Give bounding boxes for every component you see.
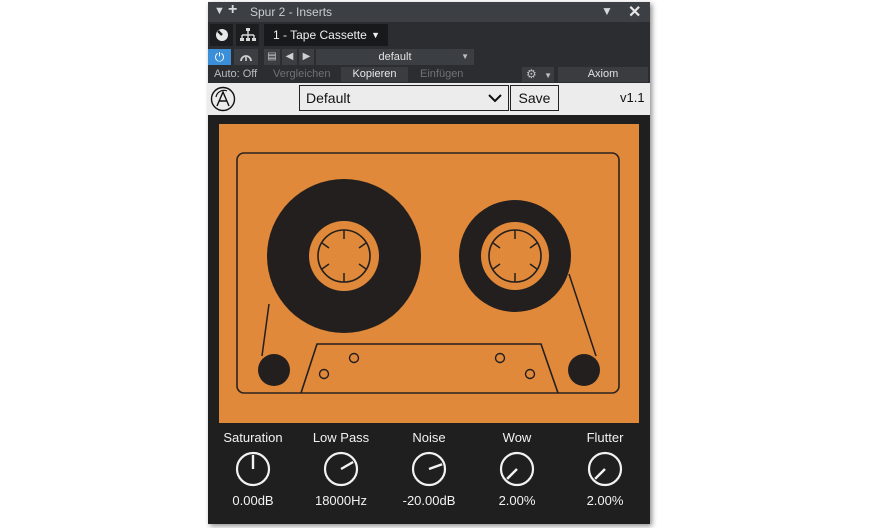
knob-value: 2.00%	[498, 493, 536, 508]
wow-knob[interactable]	[499, 451, 535, 487]
knob-label: Low Pass	[312, 430, 370, 445]
close-icon[interactable]: ✕	[628, 2, 641, 22]
routing-button[interactable]	[236, 24, 259, 46]
flutter-knob[interactable]	[587, 451, 623, 487]
knob-value: 18000Hz	[314, 493, 368, 508]
knob-value: 0.00dB	[232, 493, 274, 508]
cassette-illustration	[219, 124, 639, 423]
knob-flutter: Flutter 2.00%	[561, 429, 649, 508]
prev-preset-button[interactable]: ◀	[282, 49, 297, 65]
compare-toolbar: Auto: Off Vergleichen Kopieren Einfügen …	[208, 66, 650, 83]
preset-dropdown-value: Default	[306, 90, 351, 106]
knob-low-pass: Low Pass 18000Hz	[297, 429, 385, 508]
version-label: v1.1	[620, 90, 645, 105]
preset-toolbar: ⏻ ▤ ◀ ▶ default ▼	[208, 48, 650, 66]
knob-row: Saturation 0.00dB Low Pass 18000Hz Noise	[208, 429, 650, 519]
knob-label: Wow	[502, 430, 532, 445]
preset-menu-button[interactable]: ▤	[264, 49, 280, 65]
noise-knob[interactable]	[411, 451, 447, 487]
chevron-down-icon: ▼	[371, 30, 380, 40]
window-title: Spur 2 - Inserts	[250, 5, 333, 19]
arrow-left-icon: ◀	[285, 51, 294, 62]
paste-button[interactable]: Einfügen	[420, 68, 463, 80]
chevron-down-icon: ▼	[461, 52, 469, 61]
saturation-knob[interactable]	[235, 451, 271, 487]
knob-label: Flutter	[586, 430, 624, 445]
routing-icon	[239, 28, 256, 41]
plugin-tab[interactable]: 1 - Tape Cassette ▼	[264, 24, 388, 46]
plugin-header: Default Save v1.1	[208, 83, 650, 115]
knob-label: Noise	[412, 430, 446, 445]
ab-icon	[240, 55, 252, 62]
left-roller	[258, 354, 290, 386]
knob-wow: Wow 2.00%	[473, 429, 561, 508]
chevron-down-icon	[488, 94, 502, 103]
preset-dropdown[interactable]: Default	[299, 85, 509, 111]
next-preset-button[interactable]: ▶	[299, 49, 314, 65]
arrow-right-icon: ▶	[302, 51, 311, 62]
ab-compare-button[interactable]	[234, 49, 258, 65]
power-icon: ⏻	[214, 50, 225, 64]
dial-icon	[215, 29, 228, 41]
knob-label: Saturation	[223, 430, 283, 445]
collapse-icon[interactable]: ▼	[214, 5, 225, 17]
gear-icon: ⚙	[526, 67, 537, 81]
preset-select[interactable]: default ▼	[316, 49, 474, 65]
plugin-tab-label: 1 - Tape Cassette	[273, 28, 367, 42]
plugin-body: Saturation 0.00dB Low Pass 18000Hz Noise	[208, 115, 650, 524]
settings-button[interactable]: ⚙ ▼	[522, 67, 554, 82]
pin-icon[interactable]: ▼	[601, 4, 613, 18]
compare-button[interactable]: Vergleichen	[273, 68, 331, 80]
chevron-down-icon: ▼	[544, 71, 553, 80]
brand-logo-icon	[210, 86, 236, 112]
save-button[interactable]: Save	[510, 85, 559, 111]
insert-dial-button[interactable]	[210, 24, 233, 46]
knob-value: 2.00%	[586, 493, 624, 508]
knob-saturation: Saturation 0.00dB	[209, 429, 297, 508]
knob-noise: Noise -20.00dB	[385, 429, 473, 508]
add-icon[interactable]: +	[228, 1, 237, 19]
right-roller	[568, 354, 600, 386]
preset-name: default	[378, 51, 412, 63]
power-button[interactable]: ⏻	[208, 49, 231, 65]
document-icon: ▤	[267, 51, 277, 62]
device-button[interactable]: Axiom	[558, 67, 648, 82]
plugin-window: ▼ + Spur 2 - Inserts ▼ ✕ 1 - Tape Casset…	[208, 1, 650, 524]
knob-value: -20.00dB	[402, 493, 456, 508]
insert-toolbar: 1 - Tape Cassette ▼	[208, 22, 650, 48]
copy-button[interactable]: Kopieren	[341, 67, 408, 82]
low-pass-knob[interactable]	[323, 451, 359, 487]
title-bar: ▼ + Spur 2 - Inserts ▼ ✕	[208, 1, 650, 22]
auto-button[interactable]: Auto: Off	[214, 68, 257, 80]
